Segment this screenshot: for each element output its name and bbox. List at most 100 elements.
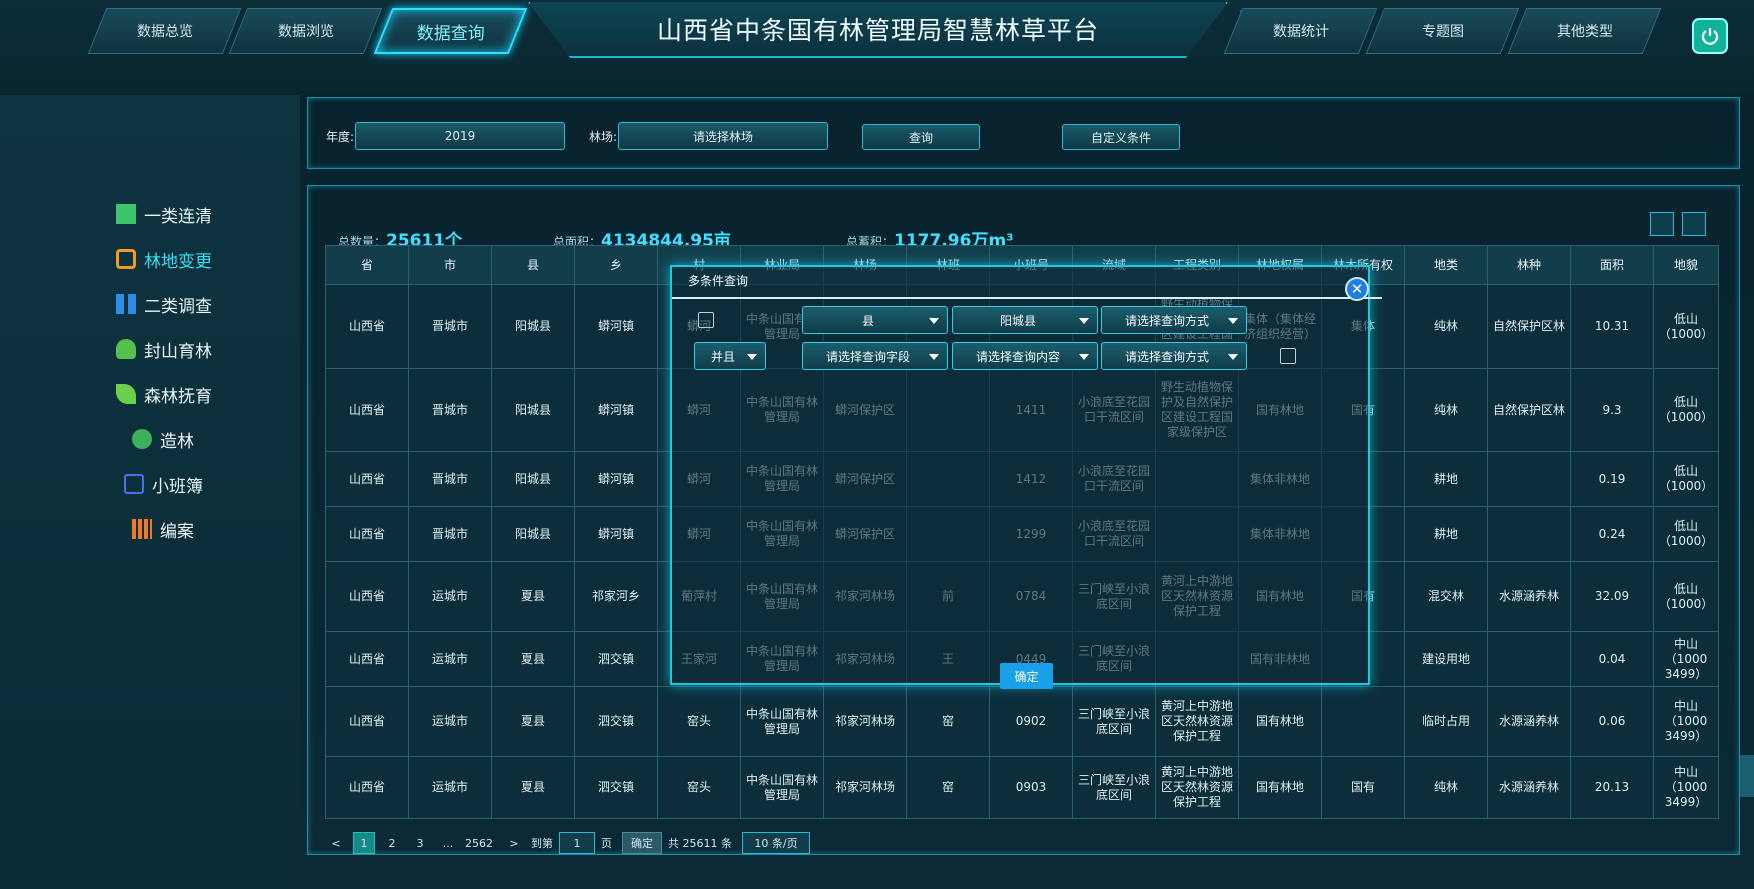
sidebar-item-label: 森林抚育	[144, 386, 212, 407]
table-cell: 纯林	[1404, 284, 1488, 369]
table-cell: 祁家河林场	[823, 686, 907, 757]
table-cell: 晋城市	[408, 451, 492, 507]
dialog-confirm-button[interactable]: 确定	[1000, 663, 1053, 689]
query-button-label: 查询	[908, 130, 933, 145]
table-cell: 0.19	[1570, 451, 1654, 507]
next-page-button[interactable]: >	[503, 832, 525, 854]
books-icon	[132, 519, 152, 539]
sidebar-item-label: 一类连清	[144, 206, 212, 227]
export-icon[interactable]	[1650, 212, 1674, 236]
table-cell: 晋城市	[408, 506, 492, 562]
custom-condition-button[interactable]: 自定义条件	[1062, 124, 1180, 150]
tab-other-types[interactable]: 其他类型	[1507, 8, 1662, 54]
column-header: 县	[491, 245, 575, 285]
sidebar-item-class2[interactable]: 二类调查	[116, 290, 212, 318]
tab-data-overview[interactable]: 数据总览	[87, 8, 242, 54]
table-cell: 夏县	[491, 631, 575, 687]
tab-label: 数据统计	[1272, 24, 1329, 40]
expand-panel-handle[interactable]	[1740, 755, 1754, 797]
table-cell: 耕地	[1404, 506, 1488, 562]
table-cell: 低山（1000）	[1653, 506, 1719, 562]
table-cell: 祁家河乡	[574, 561, 658, 632]
prev-page-button[interactable]: <	[325, 832, 347, 854]
page-button[interactable]: 1	[353, 832, 375, 854]
sidebar-item-planning[interactable]: 编案	[132, 515, 194, 543]
table-cell: 运城市	[408, 686, 492, 757]
table-cell: 山西省	[325, 686, 409, 757]
sidebar-item-label: 封山育林	[144, 341, 212, 362]
total-count: 共 25611 条	[668, 837, 732, 850]
table-cell: 山西省	[325, 756, 409, 819]
forest-farm-select[interactable]: 请选择林场	[618, 122, 828, 150]
sidebar: 一类连清 林地变更 二类调查 封山育林 森林抚育 造林 小班簿 编案	[0, 95, 300, 889]
table-cell: 0.06	[1570, 686, 1654, 757]
grid-icon	[116, 294, 136, 314]
sidebar-item-class1[interactable]: 一类连清	[116, 200, 212, 228]
chevron-down-icon	[1079, 318, 1089, 324]
tab-data-query[interactable]: 数据查询	[373, 8, 528, 54]
custom-condition-label: 自定义条件	[1090, 130, 1151, 145]
table-cell	[1487, 631, 1571, 687]
year-select[interactable]: 2019	[355, 122, 565, 150]
page-button[interactable]: 3	[409, 832, 431, 854]
power-icon	[1701, 28, 1719, 45]
power-button[interactable]	[1692, 18, 1728, 54]
table-cell: 国有林地	[1238, 686, 1322, 757]
sidebar-item-forest-tending[interactable]: 森林抚育	[116, 380, 212, 408]
column-header: 面积	[1570, 245, 1654, 285]
sidebar-item-subcompartment-book[interactable]: 小班簿	[124, 470, 203, 498]
add-condition-icon[interactable]	[698, 312, 714, 328]
book-icon	[124, 474, 144, 494]
chevron-down-icon	[1079, 354, 1089, 360]
table-cell: 混交林	[1404, 561, 1488, 632]
print-icon[interactable]	[1682, 212, 1706, 236]
chevron-down-icon	[1228, 318, 1238, 324]
table-cell: 山西省	[325, 451, 409, 507]
goto-page-input[interactable]: 1	[559, 832, 595, 854]
page-size-select[interactable]: 10 条/页	[742, 832, 810, 854]
table-cell: 窑头	[657, 686, 741, 757]
remove-condition-icon[interactable]	[1280, 348, 1296, 364]
logic-select[interactable]: 并且	[694, 342, 766, 370]
method-select[interactable]: 请选择查询方式	[1101, 306, 1247, 334]
tab-label: 专题图	[1421, 24, 1464, 40]
table-row[interactable]: 山西省 运城市 夏县 泗交镇 窑头 中条山国有林管理局 祁家河林场窑 0903 三门峡至小浪底区…	[325, 756, 1719, 819]
page-button[interactable]: 2562	[465, 832, 493, 854]
sidebar-item-forest-change[interactable]: 林地变更	[116, 245, 212, 273]
method-select[interactable]: 请选择查询方式	[1101, 342, 1247, 370]
sidebar-item-label: 编案	[160, 521, 194, 542]
table-cell: 自然保护区林	[1487, 284, 1571, 369]
table-row[interactable]: 山西省 运城市 夏县 泗交镇 窑头 中条山国有林管理局 祁家河林场窑 0902 三门峡至小浪底区…	[325, 686, 1719, 757]
tab-data-statistics[interactable]: 数据统计	[1223, 8, 1378, 54]
table-cell: 泗交镇	[574, 631, 658, 687]
table-cell: 低山（1000）	[1653, 451, 1719, 507]
field-select[interactable]: 县	[802, 306, 948, 334]
table-cell: 晋城市	[408, 368, 492, 452]
tree-icon	[116, 339, 136, 359]
column-header: 地类	[1404, 245, 1488, 285]
query-button[interactable]: 查询	[862, 124, 980, 150]
content-select[interactable]: 阳城县	[952, 306, 1098, 334]
sidebar-item-afforestation[interactable]: 造林	[132, 425, 194, 453]
column-header: 市	[408, 245, 492, 285]
table-cell: 国有林地	[1238, 756, 1322, 819]
sidebar-item-label: 林地变更	[144, 251, 212, 272]
swap-icon	[116, 249, 136, 269]
sidebar-item-label: 二类调查	[144, 296, 212, 317]
table-cell: 低山（1000）	[1653, 561, 1719, 632]
goto-confirm-button[interactable]: 确定	[622, 832, 662, 854]
page-button[interactable]: 2	[381, 832, 403, 854]
tab-label: 数据总览	[136, 24, 193, 40]
table-cell: 9.3	[1570, 368, 1654, 452]
table-cell: 阳城县	[491, 506, 575, 562]
table-cell: 国有	[1321, 756, 1405, 819]
table-cell: 蟒河镇	[574, 284, 658, 369]
table-cell: 阳城县	[491, 368, 575, 452]
content-select[interactable]: 请选择查询内容	[952, 342, 1098, 370]
sidebar-item-mountain-closure[interactable]: 封山育林	[116, 335, 212, 363]
field-select[interactable]: 请选择查询字段	[802, 342, 948, 370]
tab-data-browse[interactable]: 数据浏览	[228, 8, 383, 54]
close-icon[interactable]: ✕	[1345, 277, 1369, 301]
tab-thematic-map[interactable]: 专题图	[1365, 8, 1520, 54]
dialog-title: 多条件查询	[688, 274, 749, 288]
